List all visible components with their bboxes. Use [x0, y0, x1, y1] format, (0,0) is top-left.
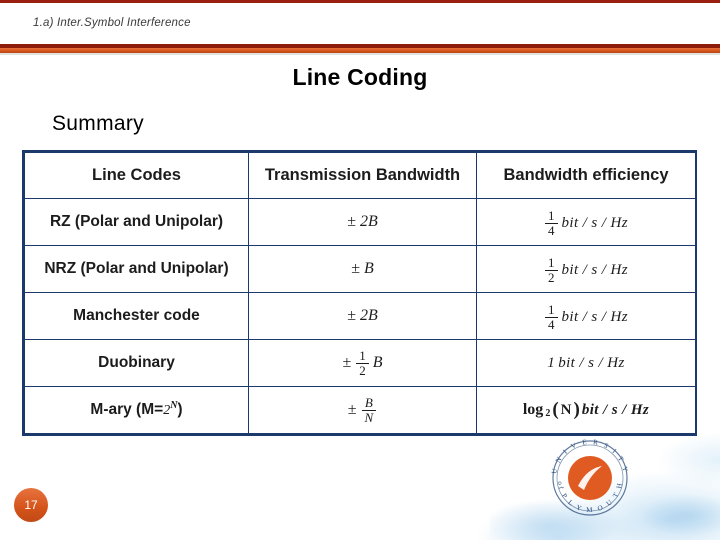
- bandwidth-expression: ± 2B: [347, 214, 378, 230]
- efficiency-expression: 1 bit / s / Hz: [547, 356, 624, 371]
- efficiency-expression: 1 4 bit / s / Hz: [544, 303, 628, 331]
- plus-minus-sign: ±: [347, 401, 357, 418]
- bandwidth-value: 2B: [360, 213, 378, 230]
- bandwidth-value: B: [372, 354, 383, 371]
- cell-line-code: Manchester code: [24, 292, 249, 340]
- efficiency-unit: bit / s / Hz: [558, 355, 625, 371]
- efficiency-value: 1: [547, 355, 556, 371]
- m-ary-label: M-ary (M=: [90, 401, 164, 419]
- cell-bandwidth: ± 2B: [248, 292, 477, 340]
- fraction-denominator: N: [364, 409, 374, 425]
- efficiency-unit: bit / s / Hz: [581, 401, 650, 418]
- slide: 1.a) Inter.Symbol Interference Line Codi…: [0, 0, 720, 540]
- cell-bandwidth: ± B: [248, 245, 477, 293]
- log-argument: N: [560, 401, 572, 418]
- cell-efficiency: 1 4 bit / s / Hz: [476, 292, 696, 340]
- summary-table: Line Codes Transmission Bandwidth Bandwi…: [24, 152, 696, 434]
- table-row: NRZ (Polar and Unipolar) ± B 1 2 bit / s…: [24, 245, 696, 293]
- efficiency-unit: bit / s / Hz: [561, 261, 628, 278]
- fraction-denominator: 2: [359, 362, 366, 378]
- bandwidth-value: B: [364, 260, 374, 277]
- efficiency-expression: log 2 ( N ) bit / s / Hz: [523, 399, 649, 421]
- fraction-numerator: 1: [545, 303, 558, 318]
- table-row: Duobinary ± 1 2 B 1 bit / s / Hz: [24, 339, 696, 387]
- section-subtitle: Summary: [52, 112, 144, 135]
- fraction-denominator: 4: [548, 222, 555, 238]
- fraction: 1 4: [545, 303, 558, 331]
- cell-bandwidth: ± 2B: [248, 198, 477, 246]
- column-header-transmission-bandwidth: Transmission Bandwidth: [248, 152, 477, 199]
- table-row: RZ (Polar and Unipolar) ± 2B 1 4 bit / s…: [24, 198, 696, 246]
- efficiency-unit: bit / s / Hz: [561, 308, 628, 325]
- plus-minus-sign: ±: [342, 354, 352, 371]
- bandwidth-expression: ± B: [351, 261, 374, 277]
- university-logo: U N I V E R S I T Y of P L Y M O U T H: [540, 428, 640, 528]
- cell-line-code: NRZ (Polar and Unipolar): [24, 245, 249, 293]
- bandwidth-expression: ± 2B: [347, 308, 378, 324]
- cell-bandwidth: ± B N: [248, 386, 477, 434]
- table-row: Manchester code ± 2B 1 4 bit / s / Hz: [24, 292, 696, 340]
- cell-efficiency: 1 2 bit / s / Hz: [476, 245, 696, 293]
- bandwidth-expression: ± B N: [348, 396, 377, 424]
- breadcrumb: 1.a) Inter.Symbol Interference: [33, 17, 191, 29]
- fraction-denominator: 4: [548, 316, 555, 332]
- close-paren: ): [573, 399, 580, 420]
- column-header-line-codes: Line Codes: [24, 152, 249, 199]
- plus-minus-sign: ±: [347, 213, 356, 230]
- fraction: 1 4: [545, 209, 558, 237]
- plus-minus-sign: ±: [347, 307, 356, 324]
- fraction: B N: [361, 396, 377, 425]
- fraction-denominator: 2: [548, 269, 555, 285]
- slide-number-badge: 17: [14, 488, 48, 522]
- cell-line-code: Duobinary: [24, 339, 249, 387]
- log-label: log: [522, 401, 544, 418]
- bandwidth-expression: ± 1 2 B: [342, 349, 382, 377]
- summary-table-container: Line Codes Transmission Bandwidth Bandwi…: [22, 150, 697, 436]
- table-header-row: Line Codes Transmission Bandwidth Bandwi…: [24, 152, 696, 199]
- cell-efficiency: 1 4 bit / s / Hz: [476, 198, 696, 246]
- column-header-bandwidth-efficiency: Bandwidth efficiency: [476, 152, 696, 199]
- plus-minus-sign: ±: [351, 260, 360, 277]
- m-ary-suffix: ): [177, 401, 183, 419]
- cell-line-code: M-ary (M=2N): [24, 386, 249, 434]
- fraction-numerator: B: [361, 396, 376, 411]
- cell-line-code: RZ (Polar and Unipolar): [24, 198, 249, 246]
- cell-efficiency: log 2 ( N ) bit / s / Hz: [476, 386, 696, 434]
- fraction-numerator: 1: [356, 349, 369, 364]
- header-rule-shadow: [0, 53, 720, 55]
- fraction: 1 2: [356, 349, 369, 377]
- open-paren: (: [552, 399, 559, 420]
- efficiency-expression: 1 4 bit / s / Hz: [544, 209, 628, 237]
- table-row: M-ary (M=2N) ± B N log 2 (N) bit / s /…: [24, 386, 696, 434]
- efficiency-unit: bit / s / Hz: [561, 214, 628, 231]
- efficiency-expression: 1 2 bit / s / Hz: [544, 256, 628, 284]
- fraction-numerator: 1: [545, 256, 558, 271]
- fraction-numerator: 1: [545, 209, 558, 224]
- cell-efficiency: 1 bit / s / Hz: [476, 339, 696, 387]
- log-base: 2: [545, 407, 551, 419]
- fraction: 1 2: [545, 256, 558, 284]
- bandwidth-value: 2B: [360, 307, 378, 324]
- page-title: Line Coding: [292, 64, 428, 90]
- cell-bandwidth: ± 1 2 B: [248, 339, 477, 387]
